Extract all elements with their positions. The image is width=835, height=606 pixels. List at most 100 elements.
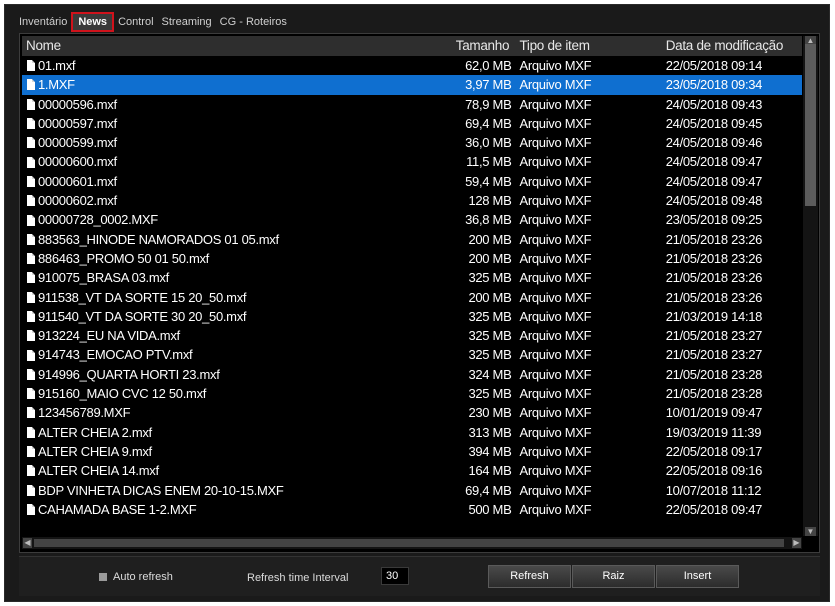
auto-refresh-checkbox[interactable] xyxy=(99,573,107,581)
file-name-cell: 00000601.mxf xyxy=(22,172,456,191)
column-header-size[interactable]: Tamanho xyxy=(456,36,518,56)
raiz-button[interactable]: Raiz xyxy=(572,565,655,588)
file-icon xyxy=(27,233,35,245)
file-size: 62,0 MB xyxy=(465,58,512,73)
file-size: 59,4 MB xyxy=(465,173,512,189)
scrollbar-thumb[interactable] xyxy=(805,44,816,206)
file-icon xyxy=(27,349,35,361)
table-row[interactable]: 911538_VT DA SORTE 15 20_50.mxf 200 MB Arq… xyxy=(22,288,802,307)
table-row[interactable]: 1.MXF 3,97 MB Arquivo MXF 23/05/2018 09:34 xyxy=(22,75,802,95)
table-row[interactable]: ALTER CHEIA 14.mxf 164 MB Arquivo MXF 22/05… xyxy=(22,461,802,480)
file-type: Arquivo MXF xyxy=(519,443,592,459)
table-row[interactable]: 914996_QUARTA HORTI 23.mxf 324 MB Arquivo … xyxy=(22,365,802,384)
file-icon xyxy=(27,311,35,322)
file-name-cell: ALTER CHEIA 2.mxf xyxy=(22,423,456,442)
tab-news[interactable]: News xyxy=(71,12,115,32)
table-row[interactable]: 00000728_0002.MXF 36,8 MB Arquivo MXF 23/05… xyxy=(22,210,802,229)
file-icon xyxy=(27,446,35,458)
table-row[interactable]: BDP VINHETA DICAS ENEM 20-10-15.MXF 69,4 … xyxy=(22,481,802,500)
file-icon xyxy=(27,272,35,284)
scroll-left-icon[interactable]: ◀ xyxy=(23,538,32,548)
table-row[interactable]: 00000596.mxf 78,9 MB Arquivo MXF 24/05/2018… xyxy=(22,95,802,114)
table-row[interactable]: CAHAMADA BASE 1-2.MXF 500 MB Arquivo MXF 22… xyxy=(22,500,802,519)
file-date: 21/05/2018 23:27 xyxy=(665,347,763,363)
file-name: ALTER CHEIA 14.mxf xyxy=(38,463,159,479)
file-date: 21/05/2018 23:26 xyxy=(665,270,763,286)
file-name-cell: 910075_BRASA 03.mxf xyxy=(22,268,456,287)
file-type: Arquivo MXF xyxy=(519,96,592,112)
file-date: 21/05/2018 23:27 xyxy=(665,328,763,344)
table-row[interactable]: 00000600.mxf 11,5 MB Arquivo MXF 24/05/2018… xyxy=(22,152,802,171)
file-type: Arquivo MXF xyxy=(519,501,592,517)
scroll-down-icon[interactable]: ▼ xyxy=(805,527,816,536)
column-header-type[interactable]: Tipo de item xyxy=(517,36,663,56)
file-icon xyxy=(27,214,35,226)
auto-refresh-toggle[interactable]: Auto refresh xyxy=(99,571,173,583)
file-name-cell: 911540_VT DA SORTE 30 20_50.mxf xyxy=(22,307,456,326)
table-row[interactable]: 00000601.mxf 59,4 MB Arquivo MXF 24/05/2018… xyxy=(22,172,802,191)
table-row[interactable]: 123456789.MXF 230 MB Arquivo MXF 10/01/2019… xyxy=(22,403,802,422)
table-row[interactable]: 00000599.mxf 36,0 MB Arquivo MXF 24/05/2018… xyxy=(22,133,802,152)
file-icon xyxy=(27,388,35,400)
file-size: 325 MB xyxy=(468,270,512,286)
file-name: CAHAMADA BASE 1-2.MXF xyxy=(38,501,197,517)
tab-streaming[interactable]: Streaming xyxy=(158,12,216,32)
file-type: Arquivo MXF xyxy=(519,463,592,479)
table-row[interactable]: 883563_HINODE NAMORADOS 01 05.mxf 200 MB A… xyxy=(22,230,802,249)
file-rows: 01.mxf 62,0 MB Arquivo MXF 22/05/2018 09:14… xyxy=(22,56,802,519)
file-type: Arquivo MXF xyxy=(519,231,592,247)
file-size: 69,4 MB xyxy=(465,115,512,131)
file-name: 00000728_0002.MXF xyxy=(38,212,158,228)
file-type: Arquivo MXF xyxy=(519,328,592,344)
column-header-date[interactable]: Data de modificação xyxy=(664,36,802,56)
file-name: 01.mxf xyxy=(38,58,76,73)
table-row[interactable]: 911540_VT DA SORTE 30 20_50.mxf 325 MB Arq… xyxy=(22,307,802,326)
table-row[interactable]: 886463_PROMO 50 01 50.mxf 200 MB Arquivo M… xyxy=(22,249,802,268)
file-type: Arquivo MXF xyxy=(519,482,592,498)
column-header-name[interactable]: Nome xyxy=(22,36,456,56)
file-type: Arquivo MXF xyxy=(519,173,592,189)
table-row[interactable]: 914743_EMOCAO PTV.mxf 325 MB Arquivo MXF 21… xyxy=(22,345,802,364)
file-name-cell: ALTER CHEIA 9.mxf xyxy=(22,442,456,461)
vertical-scrollbar[interactable]: ▲ ▼ xyxy=(803,36,818,536)
table-row[interactable]: 01.mxf 62,0 MB Arquivo MXF 22/05/2018 09:14 xyxy=(22,56,802,75)
file-type: Arquivo MXF xyxy=(519,308,592,324)
insert-button[interactable]: Insert xyxy=(656,565,739,588)
file-date: 21/03/2019 14:18 xyxy=(665,308,763,324)
refresh-button[interactable]: Refresh xyxy=(488,565,571,588)
table-row[interactable]: ALTER CHEIA 9.mxf 394 MB Arquivo MXF 22/05/… xyxy=(22,442,802,461)
file-icon xyxy=(27,156,35,168)
file-name-cell: 00000728_0002.MXF xyxy=(22,210,456,229)
file-type: Arquivo MXF xyxy=(519,405,592,421)
file-icon xyxy=(27,118,35,130)
file-list: Nome Tamanho Tipo de item Data de modifi… xyxy=(22,36,802,538)
scroll-right-icon[interactable]: ▶ xyxy=(792,538,801,548)
file-name: BDP VINHETA DICAS ENEM 20-10-15.MXF xyxy=(38,482,284,498)
interval-input[interactable]: 30 xyxy=(381,567,409,585)
tab-inventario[interactable]: Inventário xyxy=(15,12,71,32)
file-date: 22/05/2018 09:47 xyxy=(665,501,763,517)
table-row[interactable]: 910075_BRASA 03.mxf 325 MB Arquivo MXF 21/0… xyxy=(22,268,802,287)
file-name-cell: 883563_HINODE NAMORADOS 01 05.mxf xyxy=(22,230,456,249)
file-type: Arquivo MXF xyxy=(519,77,592,93)
table-row[interactable]: 00000602.mxf 128 MB Arquivo MXF 24/05/2018 … xyxy=(22,191,802,210)
file-name-cell: 00000596.mxf xyxy=(22,95,456,114)
table-row[interactable]: ALTER CHEIA 2.mxf 313 MB Arquivo MXF 19/03/… xyxy=(22,423,802,442)
table-row[interactable]: 915160_MAIO CVC 12 50.mxf 325 MB Arquivo M… xyxy=(22,384,802,403)
table-row[interactable]: 00000597.mxf 69,4 MB Arquivo MXF 24/05/2018… xyxy=(22,114,802,133)
tab-control[interactable]: Control xyxy=(114,12,157,32)
horizontal-scrollbar[interactable]: ◀ ▶ xyxy=(22,537,802,549)
table-row[interactable]: 913224_EU NA VIDA.mxf 325 MB Arquivo MXF 21… xyxy=(22,326,802,345)
file-list-panel: Nome Tamanho Tipo de item Data de modifi… xyxy=(19,33,820,553)
file-name: 00000599.mxf xyxy=(38,135,117,151)
file-size: 500 MB xyxy=(468,501,512,517)
file-name-cell: 1.MXF xyxy=(22,75,456,94)
file-type: Arquivo MXF xyxy=(519,58,592,73)
file-date: 24/05/2018 09:48 xyxy=(665,193,763,209)
file-size: 36,8 MB xyxy=(465,212,512,228)
hscrollbar-thumb[interactable] xyxy=(34,539,784,547)
tab-cg-roteiros[interactable]: CG - Roteiros xyxy=(216,12,291,32)
file-icon xyxy=(27,79,35,91)
file-icon xyxy=(27,407,35,419)
file-type: Arquivo MXF xyxy=(519,386,592,402)
